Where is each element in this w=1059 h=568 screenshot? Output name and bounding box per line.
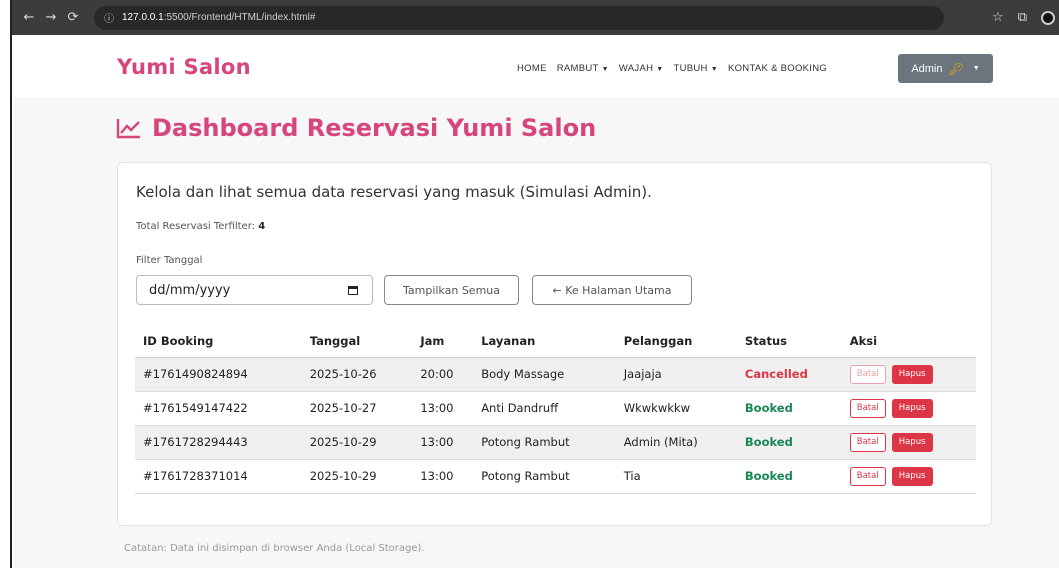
- cell-booking-id: #1761728294443: [135, 425, 302, 460]
- nav-item-wajah[interactable]: WAJAH ▼: [619, 63, 664, 74]
- table-row: #1761728294443 2025-10-29 13:00 Potong Ramb…: [135, 425, 976, 460]
- browser-window: ← → ⟳ ⓘ 127.0.0.1:5500/Frontend/HTML/ind…: [10, 0, 1059, 568]
- show-all-button[interactable]: Tampilkan Semua: [384, 275, 519, 305]
- cell-customer: Admin (Mita): [615, 425, 737, 460]
- nav-item-label: RAMBUT: [556, 63, 599, 74]
- cell-actions: Batal Hapus: [841, 357, 976, 392]
- column-header: Aksi: [841, 325, 976, 358]
- cell-booking-id: #1761549147422: [135, 391, 302, 426]
- column-header: Tanggal: [301, 325, 413, 358]
- reservations-card: Kelola dan lihat semua data reservasi ya…: [117, 162, 992, 526]
- cancel-booking-button[interactable]: Batal: [849, 466, 886, 486]
- chevron-down-icon: ▼: [656, 66, 664, 73]
- cell-booking-id: #1761728371014: [135, 459, 302, 494]
- cell-time: 20:00: [412, 357, 474, 392]
- site-info-icon[interactable]: ⓘ: [104, 10, 114, 25]
- nav-item-label: HOME: [517, 63, 547, 74]
- page-title: Dashboard Reservasi Yumi Salon: [116, 114, 596, 142]
- main-menu: HOME RAMBUT ▼ WAJAH ▼ TUBUH ▼ KONTAK & BOOKING: [517, 63, 827, 74]
- delete-booking-button[interactable]: Hapus: [891, 398, 933, 418]
- cell-status: Booked: [736, 391, 842, 426]
- main-content: Dashboard Reservasi Yumi Salon Kelola da…: [14, 97, 1059, 568]
- brand-logo[interactable]: Yumi Salon: [117, 55, 251, 79]
- cell-date: 2025-10-26: [301, 357, 413, 392]
- cancel-booking-button[interactable]: Batal: [849, 432, 886, 452]
- chevron-down-icon: ▼: [710, 66, 718, 73]
- total-reservations: Total Reservasi Terfilter: 4: [136, 221, 265, 232]
- chart-line-icon: [116, 119, 140, 139]
- chevron-down-icon: ▼: [972, 65, 980, 72]
- cell-customer: Tia: [615, 459, 737, 494]
- cell-date: 2025-10-29: [301, 459, 413, 494]
- delete-booking-button[interactable]: Hapus: [891, 364, 933, 384]
- bookmark-star-icon[interactable]: ☆: [992, 10, 1004, 25]
- filter-date-label: Filter Tanggal: [136, 255, 203, 266]
- nav-item-tubuh[interactable]: TUBUH ▼: [674, 63, 718, 74]
- column-header: Layanan: [473, 325, 616, 358]
- cell-time: 13:00: [412, 425, 474, 460]
- table-row: #1761490824894 2025-10-26 20:00 Body Massag…: [135, 357, 976, 392]
- cell-service: Anti Dandruff: [473, 391, 616, 426]
- delete-booking-button[interactable]: Hapus: [891, 466, 933, 486]
- cell-status: Booked: [736, 425, 842, 460]
- profile-avatar-icon[interactable]: [1041, 10, 1055, 25]
- nav-item-rambut[interactable]: RAMBUT ▼: [557, 63, 609, 74]
- table-row: #1761728371014 2025-10-29 13:00 Potong Ramb…: [135, 459, 976, 494]
- cell-actions: Batal Hapus: [841, 391, 976, 426]
- total-label: Total Reservasi Terfilter:: [136, 221, 255, 232]
- filter-date-input[interactable]: dd/mm/yyyy: [136, 275, 373, 305]
- total-value: 4: [258, 221, 266, 232]
- cell-date: 2025-10-27: [301, 391, 413, 426]
- site-navbar: Yumi Salon HOME RAMBUT ▼ WAJAH ▼ TUBUH ▼ KONTAK…: [14, 35, 1059, 97]
- cell-status: Cancelled: [736, 357, 842, 392]
- address-bar[interactable]: ⓘ 127.0.0.1:5500/Frontend/HTML/index.htm…: [94, 5, 944, 30]
- key-icon: 🔑︎: [948, 61, 964, 76]
- back-home-button[interactable]: ← Ke Halaman Utama: [532, 275, 692, 305]
- column-header: ID Booking: [135, 325, 302, 358]
- reload-icon[interactable]: ⟳: [62, 10, 84, 25]
- url-path: :5500/Frontend/HTML/index.html#: [163, 12, 316, 23]
- nav-item-label: WAJAH: [618, 63, 654, 74]
- cell-customer: Wkwkwkkw: [615, 391, 737, 426]
- cell-customer: Jaajaja: [615, 357, 737, 392]
- column-header: Pelanggan: [615, 325, 737, 358]
- nav-item-home[interactable]: HOME: [517, 63, 547, 74]
- column-header: Status: [736, 325, 842, 358]
- column-header: Jam: [412, 325, 474, 358]
- nav-item-label: TUBUH: [673, 63, 708, 74]
- date-placeholder: dd/mm/yyyy: [149, 282, 231, 298]
- admin-dropdown-button[interactable]: Admin 🔑︎ ▼: [898, 54, 993, 83]
- cell-service: Potong Rambut: [473, 459, 616, 494]
- cell-service: Potong Rambut: [473, 425, 616, 460]
- page-title-text: Dashboard Reservasi Yumi Salon: [152, 114, 597, 142]
- chevron-down-icon: ▼: [601, 66, 609, 73]
- cell-service: Body Massage: [473, 357, 616, 392]
- delete-booking-button[interactable]: Hapus: [891, 432, 933, 452]
- back-icon[interactable]: ←: [18, 10, 40, 25]
- nav-item-label: KONTAK & BOOKING: [727, 63, 828, 74]
- cell-booking-id: #1761490824894: [135, 357, 302, 392]
- extensions-icon[interactable]: ⧉: [1018, 10, 1027, 25]
- reservations-table: ID Booking Tanggal Jam Layanan Pelanggan Stat…: [135, 325, 976, 494]
- admin-label: Admin: [911, 62, 943, 75]
- cancel-booking-button[interactable]: Batal: [849, 364, 886, 384]
- cancel-booking-button[interactable]: Batal: [849, 398, 886, 418]
- nav-item-kontak-booking[interactable]: KONTAK & BOOKING: [728, 63, 827, 74]
- cell-time: 13:00: [412, 391, 474, 426]
- browser-toolbar: ← → ⟳ ⓘ 127.0.0.1:5500/Frontend/HTML/ind…: [12, 0, 1059, 35]
- table-row: #1761549147422 2025-10-27 13:00 Anti Dandru…: [135, 391, 976, 426]
- table-header-row: ID Booking Tanggal Jam Layanan Pelanggan Stat…: [135, 325, 976, 358]
- cell-time: 13:00: [412, 459, 474, 494]
- cell-actions: Batal Hapus: [841, 425, 976, 460]
- page-description: Kelola dan lihat semua data reservasi ya…: [136, 183, 652, 201]
- calendar-icon[interactable]: [348, 286, 358, 295]
- url-host: 127.0.0.1: [122, 12, 164, 23]
- cell-date: 2025-10-29: [301, 425, 413, 460]
- forward-icon[interactable]: →: [40, 10, 62, 25]
- storage-footnote: Catatan: Data ini disimpan di browser An…: [124, 543, 425, 554]
- cell-status: Booked: [736, 459, 842, 494]
- cell-actions: Batal Hapus: [841, 459, 976, 494]
